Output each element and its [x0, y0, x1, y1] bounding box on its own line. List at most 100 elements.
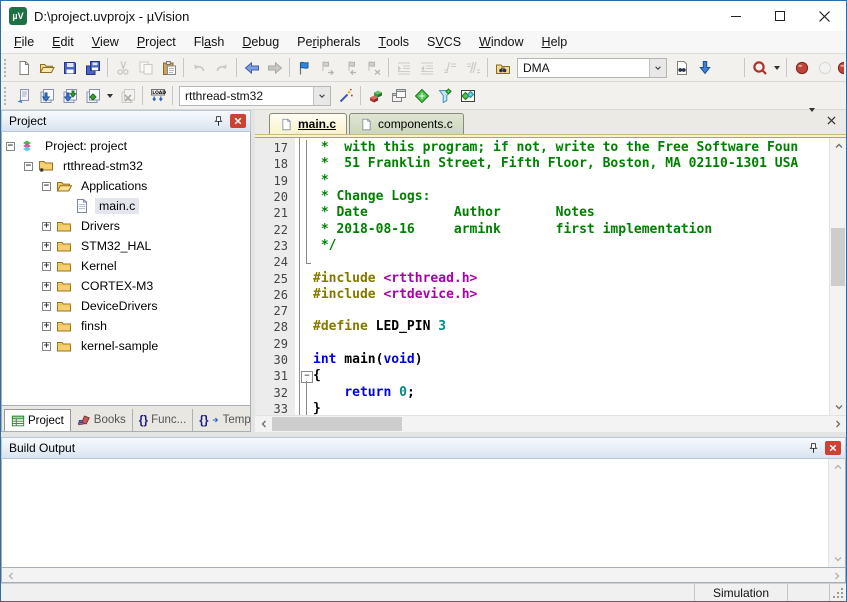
find-in-target-button[interactable]: [670, 57, 693, 79]
menu-window[interactable]: Window: [470, 31, 532, 53]
incremental-find-button[interactable]: [693, 57, 716, 79]
editor-horizontal-scrollbar[interactable]: [255, 415, 846, 432]
tree-item-main-c[interactable]: main.c: [2, 196, 250, 216]
build-output-close-icon[interactable]: [825, 441, 841, 455]
code-line-21[interactable]: 21 * Date Author Notes: [255, 205, 829, 221]
code-line-33[interactable]: 33}: [255, 401, 829, 415]
find-text-combo-dropdown[interactable]: [649, 59, 666, 77]
maximize-button[interactable]: [758, 1, 802, 31]
pin-icon[interactable]: [209, 113, 227, 129]
tab-project[interactable]: Project: [4, 409, 71, 431]
rebuild-button[interactable]: [58, 85, 81, 107]
scrollbar-thumb[interactable]: [272, 417, 402, 431]
navigate-back-button[interactable]: [240, 57, 263, 79]
file-extensions-button[interactable]: [387, 85, 410, 107]
code-line-26[interactable]: 26#include <rtdevice.h>: [255, 287, 829, 303]
code-line-24[interactable]: 24: [255, 254, 829, 270]
pack-installer-button[interactable]: [456, 85, 479, 107]
tab-func[interactable]: {}Func...: [132, 409, 193, 431]
tree-item-rtthread-stm32[interactable]: −rtthread-stm32: [2, 156, 250, 176]
tree-item-drivers[interactable]: +Drivers: [2, 216, 250, 236]
translate-button[interactable]: [12, 85, 35, 107]
tree-item-kernel-sample[interactable]: +kernel-sample: [2, 336, 250, 356]
scroll-up-icon[interactable]: [830, 138, 847, 154]
tree-item-devicedrivers[interactable]: +DeviceDrivers: [2, 296, 250, 316]
menu-peripherals[interactable]: Peripherals: [288, 31, 369, 53]
code-line-28[interactable]: 28#define LED_PIN 3: [255, 319, 829, 335]
menu-tools[interactable]: Tools: [369, 31, 418, 53]
code-line-29[interactable]: 29: [255, 336, 829, 352]
batch-build-button[interactable]: [81, 85, 104, 107]
select-packs-button[interactable]: [433, 85, 456, 107]
code-line-22[interactable]: 22 * 2018-08-16 armink first implementat…: [255, 221, 829, 237]
find-in-files-button[interactable]: [491, 57, 514, 79]
code-editor[interactable]: 17 * with this program; if not, write to…: [255, 138, 829, 415]
download-button[interactable]: LOAD: [146, 85, 169, 107]
select-target-combo-dropdown[interactable]: [313, 87, 330, 105]
menu-debug[interactable]: Debug: [233, 31, 288, 53]
expand-icon[interactable]: +: [42, 262, 51, 271]
menu-file[interactable]: File: [5, 31, 43, 53]
scroll-up-icon[interactable]: [829, 459, 846, 475]
find-text-combo[interactable]: DMA: [517, 58, 667, 78]
minimize-button[interactable]: [714, 1, 758, 31]
menu-edit[interactable]: Edit: [43, 31, 83, 53]
pin-icon[interactable]: [804, 440, 822, 456]
build-output-vertical-scrollbar[interactable]: [828, 459, 845, 567]
editor-vertical-scrollbar[interactable]: [829, 138, 846, 415]
batch-build-dropdown[interactable]: [104, 85, 116, 107]
code-line-17[interactable]: 17 * with this program; if not, write to…: [255, 140, 829, 156]
kill-breakpoints-button[interactable]: [836, 57, 844, 79]
save-button[interactable]: [58, 57, 81, 79]
code-line-32[interactable]: 32 return 0;: [255, 384, 829, 400]
menu-view[interactable]: View: [83, 31, 128, 53]
expand-icon[interactable]: +: [42, 322, 51, 331]
scroll-right-icon[interactable]: [829, 416, 846, 432]
build-output-horizontal-scrollbar[interactable]: [1, 568, 846, 583]
scroll-down-icon[interactable]: [830, 399, 847, 415]
close-document-icon[interactable]: [827, 112, 836, 130]
tree-item-project-project[interactable]: −Project: project: [2, 136, 250, 156]
expand-icon[interactable]: +: [42, 242, 51, 251]
tree-item-applications[interactable]: −Applications: [2, 176, 250, 196]
tree-item-finsh[interactable]: +finsh: [2, 316, 250, 336]
build-button[interactable]: [35, 85, 58, 107]
save-all-button[interactable]: [81, 57, 104, 79]
scroll-down-icon[interactable]: [829, 551, 846, 567]
toggle-breakpoint-button[interactable]: [790, 57, 813, 79]
build-output-text[interactable]: [2, 459, 828, 567]
collapse-icon[interactable]: −: [24, 162, 33, 171]
target-options-button[interactable]: [334, 85, 357, 107]
scrollbar-thumb[interactable]: [831, 228, 845, 287]
insert-bookmark-button[interactable]: [293, 57, 316, 79]
code-line-25[interactable]: 25#include <rtthread.h>: [255, 270, 829, 286]
expand-icon[interactable]: +: [42, 282, 51, 291]
tree-item-kernel[interactable]: +Kernel: [2, 256, 250, 276]
quick-find-dropdown[interactable]: [771, 57, 783, 79]
manage-rte-button[interactable]: [410, 85, 433, 107]
menu-svcs[interactable]: SVCS: [418, 31, 470, 53]
tab-list-dropdown[interactable]: [809, 112, 815, 130]
tab-books[interactable]: Books: [71, 409, 132, 431]
expand-icon[interactable]: +: [42, 222, 51, 231]
new-file-button[interactable]: [12, 57, 35, 79]
menu-help[interactable]: Help: [533, 31, 577, 53]
editor-tab-main-c[interactable]: main.c: [269, 113, 347, 134]
expand-icon[interactable]: +: [42, 342, 51, 351]
code-line-23[interactable]: 23 */: [255, 238, 829, 254]
quick-find-button[interactable]: [748, 57, 771, 79]
collapse-icon[interactable]: −: [42, 182, 51, 191]
code-line-30[interactable]: 30int main(void): [255, 352, 829, 368]
expand-icon[interactable]: +: [42, 302, 51, 311]
tree-item-cortex-m3[interactable]: +CORTEX-M3: [2, 276, 250, 296]
select-target-combo[interactable]: rtthread-stm32: [179, 86, 331, 106]
open-file-button[interactable]: [35, 57, 58, 79]
collapse-icon[interactable]: −: [6, 142, 15, 151]
scroll-left-icon[interactable]: [2, 568, 19, 584]
scroll-right-icon[interactable]: [828, 568, 845, 584]
project-panel-close-icon[interactable]: [230, 114, 246, 128]
editor-tab-components-c[interactable]: components.c: [349, 113, 464, 134]
code-line-31[interactable]: 31{: [255, 368, 829, 384]
code-line-19[interactable]: 19 *: [255, 173, 829, 189]
scroll-left-icon[interactable]: [255, 416, 272, 432]
